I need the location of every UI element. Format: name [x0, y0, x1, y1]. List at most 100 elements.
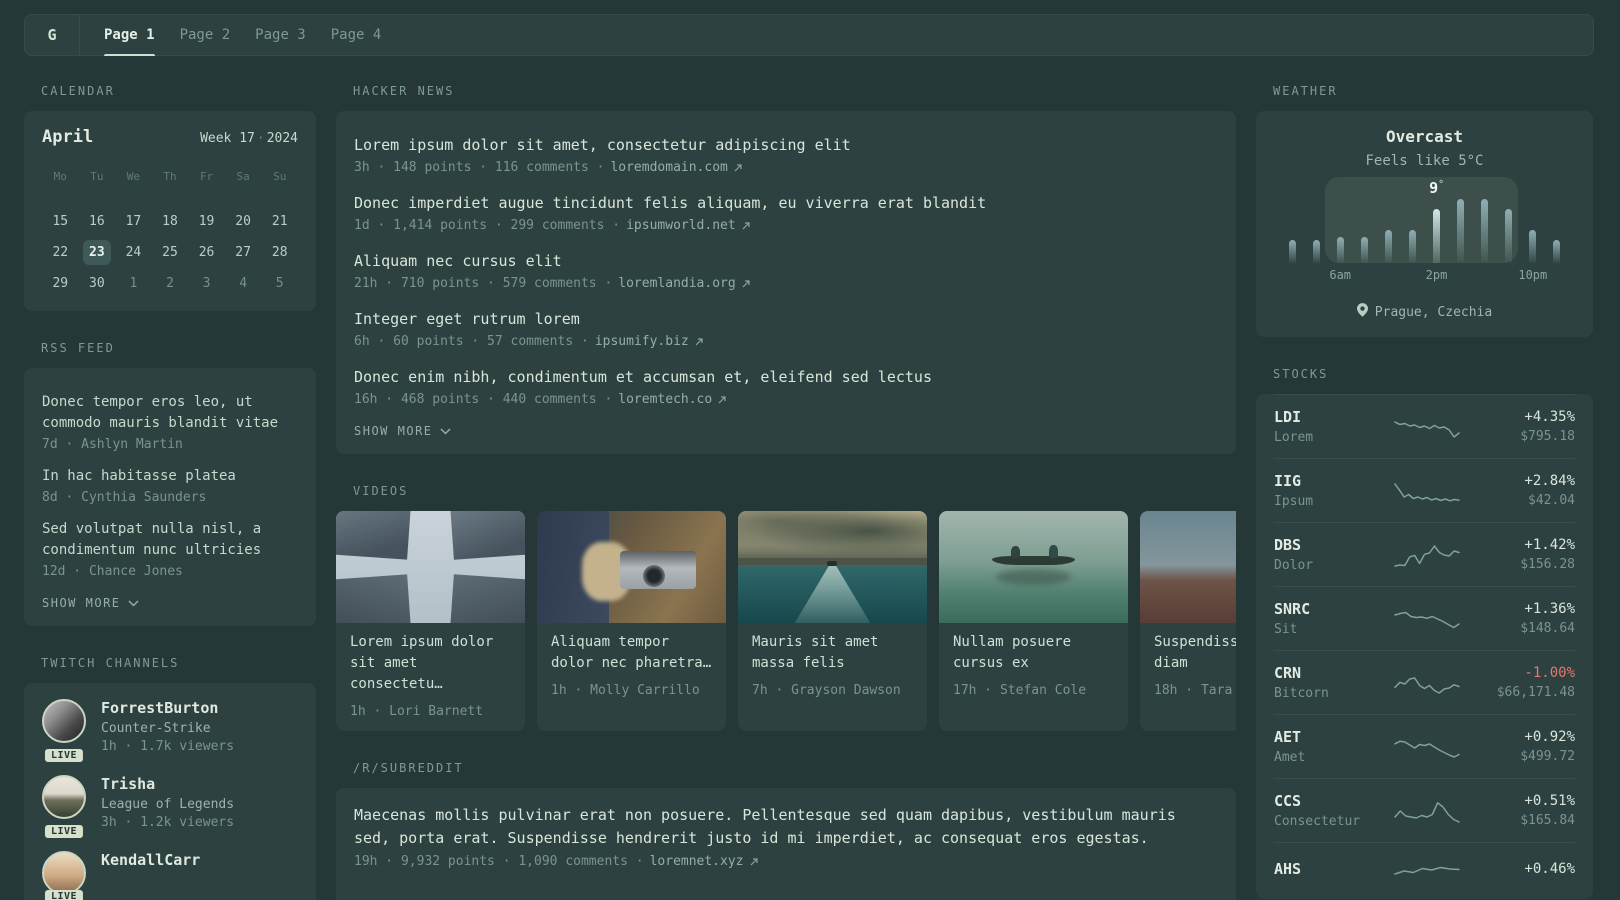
video-card-body: Lorem ipsum dolor sit amet consectetu… 1…	[336, 623, 525, 731]
video-title[interactable]: Lorem ipsum dolor sit amet consectetu…	[350, 632, 511, 695]
video-thumbnail[interactable]	[537, 511, 726, 623]
hackernews-section-title: HACKER NEWS	[353, 84, 455, 98]
video-title[interactable]: Aliquam tempor dolor nec pharetra…	[551, 632, 712, 674]
page-tab[interactable]: Page 4	[331, 15, 382, 55]
weather-bar	[1384, 229, 1392, 263]
rss-item[interactable]: Sed volutpat nulla nisl, a condimentum n…	[42, 519, 298, 579]
twitch-channel[interactable]: LIVE ForrestBurton Counter-Strike 1h · 1…	[42, 699, 298, 762]
rss-item[interactable]: Donec tempor eros leo, ut commodo mauris…	[42, 392, 298, 452]
weather-bar	[1433, 209, 1440, 263]
calendar-day: 20	[225, 206, 262, 237]
video-thumbnail[interactable]	[336, 511, 525, 623]
videos-row: Lorem ipsum dolor sit amet consectetu… 1…	[336, 511, 1236, 731]
page-tab[interactable]: Page 3	[255, 15, 306, 55]
twitch-channel-game: League of Legends	[101, 797, 235, 812]
hackernews-item-title[interactable]: Lorem ipsum dolor sit amet, consectetur …	[354, 134, 1218, 156]
rss-show-more-button[interactable]: SHOW MORE	[42, 596, 298, 610]
hackernews-item-title[interactable]: Integer eget rutrum lorem	[354, 308, 1218, 330]
calendar-day: 19	[188, 206, 225, 237]
chevron-down-icon	[128, 596, 139, 610]
rss-item-title[interactable]: Donec tempor eros leo, ut commodo mauris…	[42, 392, 298, 434]
hackernews-item-domain[interactable]: ipsumify.biz	[595, 334, 689, 349]
video-card[interactable]: Aliquam tempor dolor nec pharetra… 1h · …	[537, 511, 726, 731]
calendar-day: 2	[152, 268, 189, 299]
twitch-channel-name[interactable]: Trisha	[101, 775, 234, 793]
video-card[interactable]: Lorem ipsum dolor sit amet consectetu… 1…	[336, 511, 525, 731]
weather-section-title: WEATHER	[1273, 84, 1338, 98]
video-card[interactable]: Suspendisse diam 18h · Tara	[1140, 511, 1236, 731]
stocks-card: LDI Lorem +4.35% $795.18 IIG Ipsum +2.84…	[1256, 394, 1593, 899]
rss-item-meta: 12d · Chance Jones	[42, 564, 183, 579]
stock-values: +4.35% $795.18	[1487, 409, 1575, 444]
calendar-day: 25	[152, 237, 189, 268]
video-title[interactable]: Nullam posuere cursus ex	[953, 632, 1114, 674]
twitch-channel-name[interactable]: KendallCarr	[101, 851, 200, 869]
video-card[interactable]: Mauris sit amet massa felis 7h · Grayson…	[738, 511, 927, 731]
calendar-day: 1	[115, 268, 152, 299]
stock-name: Sit	[1274, 622, 1298, 637]
app-logo[interactable]: G	[25, 15, 80, 55]
subreddit-post-domain[interactable]: loremnet.xyz	[650, 854, 744, 869]
hackernews-item-domain[interactable]: loremdomain.com	[610, 160, 727, 175]
rss-item-meta: 7d · Ashlyn Martin	[42, 437, 183, 452]
rss-item-title[interactable]: In hac habitasse platea	[42, 466, 298, 487]
left-column: CALENDAR April Week 17 · 2024 Mo Tu We Th Fr Sa…	[24, 84, 316, 900]
stock-row: CRN Bitcorn -1.00% $66,171.48	[1274, 650, 1575, 714]
stock-sparkline	[1393, 676, 1460, 694]
weather-bar-slot: 2pm	[1424, 199, 1448, 282]
external-link-icon	[734, 163, 742, 172]
video-card[interactable]: Nullam posuere cursus ex 17h · Stefan Co…	[939, 511, 1128, 731]
page-tab[interactable]: Page 2	[180, 15, 231, 55]
hackernews-show-more-label: SHOW MORE	[354, 424, 433, 438]
stock-identity: IIG Ipsum	[1274, 472, 1366, 509]
stock-sparkline	[1393, 482, 1460, 502]
hackernews-item-domain[interactable]: loremtech.co	[618, 392, 712, 407]
twitch-channel-name[interactable]: ForrestBurton	[101, 699, 234, 717]
weather-bar	[1481, 199, 1489, 263]
avatar[interactable]	[42, 775, 86, 819]
video-thumbnail[interactable]	[939, 511, 1128, 623]
avatar[interactable]	[42, 851, 86, 895]
external-link-icon	[742, 221, 750, 230]
stock-change: +2.84%	[1524, 473, 1575, 489]
twitch-channel[interactable]: LIVE Trisha League of Legends 3h · 1.2k …	[42, 775, 298, 838]
twitch-channel[interactable]: LIVE KendallCarr	[42, 851, 298, 900]
calendar-day: 22	[42, 237, 79, 268]
hackernews-item-domain[interactable]: ipsumworld.net	[626, 218, 736, 233]
videos-section-title: VIDEOS	[353, 484, 409, 498]
calendar-day-number: 18	[162, 214, 178, 229]
calendar-day: 18	[152, 206, 189, 237]
hackernews-item-stats: 6h · 60 points · 57 comments ·	[354, 334, 589, 349]
hackernews-item-title[interactable]: Donec imperdiet augue tincidunt felis al…	[354, 192, 1218, 214]
hackernews-item-domain[interactable]: loremlandia.org	[618, 276, 735, 291]
hackernews-item-title[interactable]: Donec enim nibh, condimentum et accumsan…	[354, 366, 1218, 388]
weather-bar	[1336, 237, 1344, 263]
video-thumbnail[interactable]	[738, 511, 927, 623]
page-tab[interactable]: Page 1	[104, 15, 155, 56]
calendar-weekday: Mo	[53, 170, 67, 183]
video-title[interactable]: Suspendisse diam	[1154, 632, 1236, 674]
rss-item[interactable]: In hac habitasse platea 8d · Cynthia Sau…	[42, 466, 298, 505]
stock-name: Dolor	[1274, 558, 1314, 573]
stock-values: +1.42% $156.28	[1487, 537, 1575, 572]
calendar-day-number: 15	[52, 214, 69, 229]
video-thumbnail[interactable]	[1140, 511, 1236, 623]
stock-row: SNRC Sit +1.36% $148.64	[1274, 586, 1575, 650]
weather-time-label: 10pm	[1518, 268, 1548, 282]
subreddit-post-title[interactable]: Maecenas mollis pulvinar erat non posuer…	[354, 804, 1218, 850]
stock-sparkline	[1393, 801, 1460, 823]
video-title[interactable]: Mauris sit amet massa felis	[752, 632, 913, 674]
hackernews-item-title[interactable]: Aliquam nec cursus elit	[354, 250, 1218, 272]
stock-change: +1.36%	[1524, 601, 1575, 617]
avatar[interactable]	[42, 699, 86, 743]
rss-item-title[interactable]: Sed volutpat nulla nisl, a condimentum n…	[42, 519, 298, 561]
stock-sparkline	[1393, 420, 1460, 438]
stock-identity: CRN Bitcorn	[1274, 664, 1366, 701]
weather-bar	[1288, 239, 1296, 263]
calendar-day: 4	[225, 268, 262, 299]
twitch-channel-meta: 1h · 1.7k viewers	[101, 739, 235, 754]
rss-show-more-label: SHOW MORE	[42, 596, 121, 610]
hackernews-show-more-button[interactable]: SHOW MORE	[354, 424, 1218, 438]
rss-list: Donec tempor eros leo, ut commodo mauris…	[42, 392, 298, 579]
calendar-day-number: 21	[271, 214, 288, 229]
